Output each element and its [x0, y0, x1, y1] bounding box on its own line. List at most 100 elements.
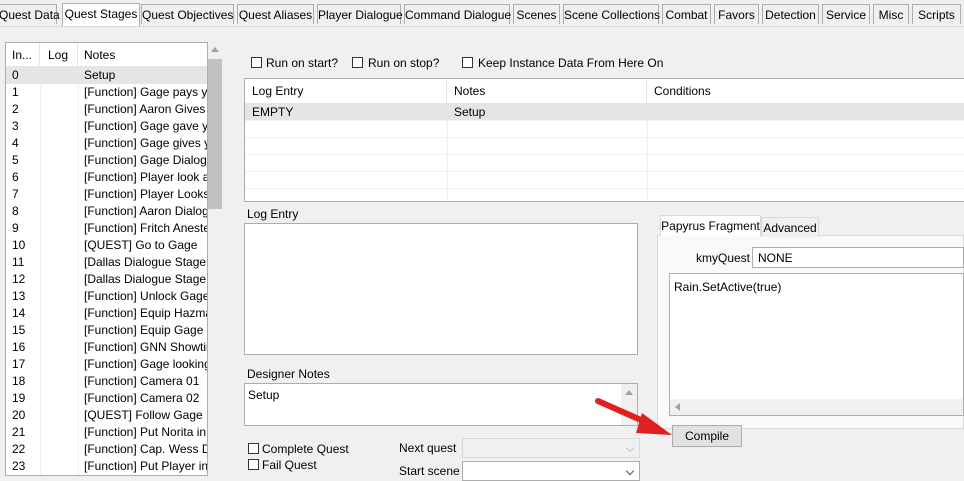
column-header-notes[interactable]: Notes — [447, 79, 647, 104]
stage-index: 8 — [12, 204, 19, 218]
stage-index: 7 — [12, 187, 19, 201]
tab-service[interactable]: Service — [822, 4, 870, 24]
stage-list-row[interactable]: 12 [Dallas Dialogue Stage 02 — [6, 271, 207, 288]
stage-list-row[interactable]: 15 [Function] Equip Gage Ou — [6, 322, 207, 339]
stage-index: 23 — [12, 459, 26, 473]
stage-index: 3 — [12, 119, 19, 133]
tab-scripts[interactable]: Scripts — [912, 4, 961, 24]
stage-notes: [Function] Gage gave you — [84, 119, 207, 133]
stage-list-row[interactable]: 17 [Function] Gage looking a — [6, 356, 207, 373]
complete-quest-label: Complete Quest — [262, 442, 349, 456]
column-header-log[interactable]: Log — [40, 43, 78, 67]
stage-list-row[interactable]: 13 [Function] Unlock Gage's — [6, 288, 207, 305]
stage-notes: [Dallas Dialogue Stage 01 — [84, 255, 207, 269]
next-quest-label: Next quest — [399, 441, 457, 455]
stage-list-row[interactable]: 19 [Function] Camera 02 — [6, 390, 207, 407]
empty-row — [245, 155, 964, 172]
stage-notes: Setup — [84, 68, 116, 82]
tab-player-dialogue[interactable]: Player Dialogue — [317, 4, 403, 24]
kmyquest-label: kmyQuest — [696, 251, 751, 265]
stage-list-row[interactable]: 6 [Function] Player look at F — [6, 169, 207, 186]
log-entry-textarea[interactable] — [244, 223, 638, 355]
designer-notes-textarea[interactable]: Setup — [244, 383, 638, 426]
stage-index: 9 — [12, 221, 19, 235]
scroll-up-arrow-icon[interactable] — [211, 47, 219, 52]
tab-advanced[interactable]: Advanced — [761, 217, 819, 237]
stage-notes: [Function] Aaron Gives yo — [84, 102, 207, 116]
stage-notes: [Dallas Dialogue Stage 02 — [84, 272, 207, 286]
tab-misc[interactable]: Misc — [873, 4, 909, 24]
stage-list-row[interactable]: 0 Setup — [6, 67, 207, 84]
stage-list-row[interactable]: 16 [Function] GNN Showtime — [6, 339, 207, 356]
tab-scenes[interactable]: Scenes — [513, 4, 560, 24]
stage-list-row[interactable]: 2 [Function] Aaron Gives yo — [6, 101, 207, 118]
stage-list-row[interactable]: 7 [Function] Player Looks at — [6, 186, 207, 203]
tab-quest-data[interactable]: Quest Data — [0, 4, 60, 24]
stage-list[interactable]: In... Log Notes 0 Setup 1 [Function] Gage p… — [5, 42, 208, 476]
stage-list-row[interactable]: 11 [Dallas Dialogue Stage 01 — [6, 254, 207, 271]
stage-list-row[interactable]: 18 [Function] Camera 01 — [6, 373, 207, 390]
tab-combat[interactable]: Combat — [662, 4, 711, 24]
column-header-notes[interactable]: Notes — [78, 43, 207, 67]
column-header-conditions[interactable]: Conditions — [647, 79, 964, 104]
stage-index: 10 — [12, 238, 26, 252]
stage-list-row[interactable]: 9 [Function] Fritch Anestesic — [6, 220, 207, 237]
stage-index: 2 — [12, 102, 19, 116]
stage-notes: [Function] Equip Hazmat S — [84, 306, 207, 320]
stage-index: 15 — [12, 323, 26, 337]
stage-notes: [Function] Gage Dialogue — [84, 153, 207, 167]
chevron-down-icon — [625, 466, 635, 476]
tab-scene-collections[interactable]: Scene Collections — [563, 4, 660, 24]
stage-list-row[interactable]: 20 [QUEST] Follow Gage — [6, 407, 207, 424]
tab-papyrus-fragment[interactable]: Papyrus Fragment — [660, 215, 761, 236]
fail-quest-checkbox[interactable] — [248, 459, 259, 470]
stage-index: 20 — [12, 408, 26, 422]
run-on-stop-label: Run on stop? — [368, 56, 440, 70]
stage-list-row[interactable]: 8 [Function] Aaron Dialogue — [6, 203, 207, 220]
stage-notes: [Function] Player Looks at — [84, 187, 207, 201]
tab-quest-stages[interactable]: Quest Stages — [62, 3, 140, 26]
stage-index: 6 — [12, 170, 19, 184]
log-conditions-cell — [647, 104, 654, 121]
tab-quest-objectives[interactable]: Quest Objectives — [141, 4, 234, 24]
log-entry-label: Log Entry — [247, 207, 299, 221]
stage-index: 11 — [12, 255, 25, 269]
stage-list-row[interactable]: 22 [Function] Cap. Wess Dia — [6, 441, 207, 458]
kmyquest-value: NONE — [758, 251, 793, 265]
stage-index: 18 — [12, 374, 26, 388]
papyrus-code: Rain.SetActive(true) — [674, 280, 782, 294]
column-header-index[interactable]: In... — [6, 43, 40, 67]
stage-list-row[interactable]: 5 [Function] Gage Dialogue — [6, 152, 207, 169]
stage-list-row[interactable]: 10 [QUEST] Go to Gage — [6, 237, 207, 254]
log-entry-row[interactable]: EMPTY Setup — [245, 104, 964, 121]
start-scene-select[interactable] — [462, 461, 640, 481]
log-entry-grid[interactable]: Log Entry Notes Conditions EMPTY Setup — [244, 78, 964, 202]
tab-quest-aliases[interactable]: Quest Aliases — [237, 4, 314, 24]
keep-instance-checkbox[interactable] — [462, 57, 473, 68]
code-horizontal-scrollbar[interactable] — [670, 399, 963, 415]
stage-notes: [Function] Aaron Dialogue — [84, 204, 207, 218]
run-on-stop-checkbox[interactable] — [352, 57, 363, 68]
stage-list-row[interactable]: 21 [Function] Put Norita in Ga — [6, 424, 207, 441]
stage-list-row[interactable]: 4 [Function] Gage gives yo — [6, 135, 207, 152]
papyrus-code-editor[interactable]: Rain.SetActive(true) — [669, 273, 964, 416]
run-on-start-checkbox[interactable] — [251, 57, 262, 68]
column-header-log-entry[interactable]: Log Entry — [245, 79, 447, 104]
tab-favors[interactable]: Favors — [714, 4, 759, 24]
stage-notes: [Function] Unlock Gage's — [84, 289, 207, 303]
stage-index: 0 — [12, 68, 19, 82]
compile-button[interactable]: Compile — [672, 425, 742, 447]
stage-list-row[interactable]: 3 [Function] Gage gave you — [6, 118, 207, 135]
kmyquest-select[interactable]: NONE — [752, 247, 964, 268]
stage-list-row[interactable]: 1 [Function] Gage pays you — [6, 84, 207, 101]
next-quest-select[interactable] — [462, 438, 640, 458]
stage-index: 13 — [12, 289, 26, 303]
tab-command-dialogue[interactable]: Command Dialogue — [404, 4, 511, 24]
tab-detection[interactable]: Detection — [762, 4, 819, 24]
stage-notes: [Function] Gage looking a — [84, 357, 207, 371]
stage-list-scroll-thumb[interactable] — [208, 59, 222, 209]
run-on-start-label: Run on start? — [266, 56, 339, 70]
complete-quest-checkbox[interactable] — [248, 443, 259, 454]
stage-list-row[interactable]: 14 [Function] Equip Hazmat S — [6, 305, 207, 322]
stage-list-row[interactable]: 23 [Function] Put Player in D — [6, 458, 207, 475]
